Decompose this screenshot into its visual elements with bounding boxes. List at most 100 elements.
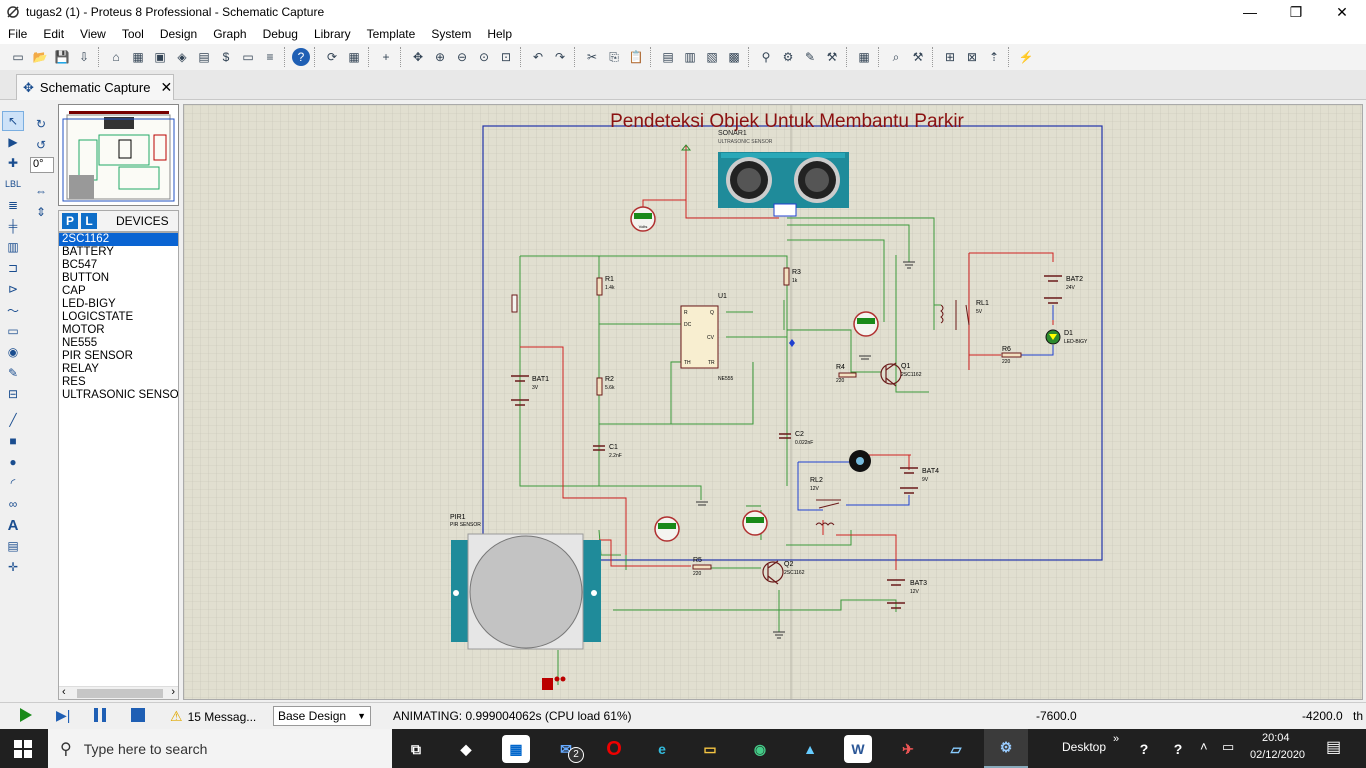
- voltmeter-4[interactable]: [742, 510, 768, 536]
- device-item[interactable]: RES: [59, 376, 178, 389]
- led-d1[interactable]: [1045, 329, 1061, 345]
- schematic-icon[interactable]: ▦: [128, 47, 148, 67]
- block-move-icon[interactable]: ▥: [680, 47, 700, 67]
- task-view-icon[interactable]: ⧉: [402, 735, 430, 763]
- messages-indicator[interactable]: ⚠ 15 Messag...: [170, 708, 256, 725]
- marker-icon[interactable]: ✛: [2, 557, 24, 577]
- device-item[interactable]: RELAY: [59, 363, 178, 376]
- refresh-icon[interactable]: ⟳: [322, 47, 342, 67]
- block-copy-icon[interactable]: ▤: [658, 47, 678, 67]
- arc-icon[interactable]: ◜: [2, 473, 24, 493]
- menu-library[interactable]: Library: [306, 27, 359, 41]
- pick-devices-button[interactable]: P: [62, 213, 78, 229]
- tab-close-icon[interactable]: ✕: [160, 79, 172, 96]
- mirror-horizontal-icon[interactable]: ⇔: [30, 181, 52, 201]
- make-device-icon[interactable]: ⚙: [778, 47, 798, 67]
- voltage-probe-icon[interactable]: ✎: [2, 363, 24, 383]
- file-explorer-icon[interactable]: ▭: [696, 735, 724, 763]
- photos-icon[interactable]: ▲: [796, 735, 824, 763]
- minimize-button[interactable]: —: [1227, 0, 1273, 24]
- close-button[interactable]: ✕: [1319, 0, 1365, 24]
- menu-edit[interactable]: Edit: [35, 27, 72, 41]
- voltmeter-3[interactable]: [654, 516, 680, 542]
- device-item[interactable]: CAP: [59, 285, 178, 298]
- dropbox-icon[interactable]: ◆: [452, 735, 480, 763]
- step-button[interactable]: ▶|: [56, 708, 70, 722]
- gerber-icon[interactable]: ▤: [194, 47, 214, 67]
- menu-file[interactable]: File: [0, 27, 35, 41]
- device-item[interactable]: NE555: [59, 337, 178, 350]
- menu-graph[interactable]: Graph: [205, 27, 254, 41]
- menu-system[interactable]: System: [423, 27, 479, 41]
- schematic-canvas[interactable]: Pendeteksi Objek Untuk Membantu Parkir S…: [184, 105, 1362, 699]
- virtual-instrument-icon[interactable]: ⊟: [2, 384, 24, 404]
- zoom-all-icon[interactable]: ⊙: [474, 47, 494, 67]
- rotate-anticlockwise-icon[interactable]: ↺: [30, 135, 52, 155]
- wireless-icon[interactable]: ✈: [894, 735, 922, 763]
- terminal-icon[interactable]: ⊐: [2, 258, 24, 278]
- maximize-button[interactable]: ❐: [1273, 0, 1319, 24]
- open-folder-icon[interactable]: 📂: [30, 47, 50, 67]
- new-file-icon[interactable]: ▭: [8, 47, 28, 67]
- device-item[interactable]: 2SC1162: [59, 233, 178, 246]
- play-button[interactable]: [20, 708, 32, 722]
- menu-design[interactable]: Design: [152, 27, 205, 41]
- help-tray-icon-2[interactable]: ?: [1164, 735, 1192, 763]
- netlist-icon[interactable]: ▭: [238, 47, 258, 67]
- pir-sensor[interactable]: [451, 533, 601, 650]
- clock-time[interactable]: 20:04: [1262, 732, 1290, 744]
- graph-icon[interactable]: 〜: [2, 300, 24, 320]
- proteus-task-icon[interactable]: ⚙: [984, 729, 1028, 768]
- selection-mode-icon[interactable]: ↖: [2, 111, 24, 131]
- zoom-in-icon[interactable]: ⊕: [430, 47, 450, 67]
- device-item[interactable]: LOGICSTATE: [59, 311, 178, 324]
- junction-dot-icon[interactable]: ✚: [2, 153, 24, 173]
- design-select[interactable]: Base Design ▼: [273, 706, 371, 726]
- pan-icon[interactable]: ✥: [408, 47, 428, 67]
- scroll-thumb[interactable]: [77, 689, 163, 698]
- component-mode-icon[interactable]: ▶: [2, 132, 24, 152]
- tape-recorder-icon[interactable]: ▭: [2, 321, 24, 341]
- notes-icon[interactable]: ≡: [260, 47, 280, 67]
- device-item[interactable]: BUTTON: [59, 272, 178, 285]
- undo-icon[interactable]: ↶: [528, 47, 548, 67]
- voltmeter-2[interactable]: [853, 311, 879, 337]
- store-icon[interactable]: ▦: [502, 735, 530, 763]
- push-button[interactable]: [511, 294, 518, 313]
- help-tray-icon[interactable]: ?: [1130, 735, 1158, 763]
- origin-icon[interactable]: +: [376, 47, 396, 67]
- bom-icon[interactable]: $: [216, 47, 236, 67]
- line-icon[interactable]: ╱: [2, 410, 24, 430]
- menu-view[interactable]: View: [72, 27, 114, 41]
- cut-icon[interactable]: ✂: [582, 47, 602, 67]
- chrome-icon[interactable]: ◉: [746, 735, 774, 763]
- property-tool-icon[interactable]: ⚒: [908, 47, 928, 67]
- import-icon[interactable]: ⇩: [74, 47, 94, 67]
- opera-icon[interactable]: O: [600, 735, 628, 763]
- help-icon[interactable]: ?: [292, 48, 310, 66]
- home-icon[interactable]: ⌂: [106, 47, 126, 67]
- paste-icon[interactable]: 📋: [626, 47, 646, 67]
- device-list-scrollbar[interactable]: ‹ ›: [59, 686, 178, 699]
- pick-device-icon[interactable]: ⚲: [756, 47, 776, 67]
- rotate-clockwise-icon[interactable]: ↻: [30, 114, 52, 134]
- circle-icon[interactable]: ●: [2, 452, 24, 472]
- show-hidden-icons[interactable]: ˄: [1200, 739, 1208, 754]
- notification-icon[interactable]: ▤: [1326, 737, 1341, 757]
- library-manager-button[interactable]: L: [81, 213, 97, 229]
- pcb-icon[interactable]: ▣: [150, 47, 170, 67]
- menu-tool[interactable]: Tool: [114, 27, 152, 41]
- redo-icon[interactable]: ↷: [550, 47, 570, 67]
- scroll-right-icon[interactable]: ›: [171, 687, 175, 699]
- mirror-vertical-icon[interactable]: ⇕: [30, 202, 52, 222]
- device-item[interactable]: BATTERY: [59, 246, 178, 259]
- block-delete-icon[interactable]: ▩: [724, 47, 744, 67]
- save-icon[interactable]: 💾: [52, 47, 72, 67]
- scroll-left-icon[interactable]: ‹: [62, 687, 66, 699]
- exit-parent-icon[interactable]: ⇡: [984, 47, 1004, 67]
- motor[interactable]: [849, 450, 871, 472]
- device-item[interactable]: ULTRASONIC SENSOR: [59, 389, 178, 402]
- decompose-icon[interactable]: ⚒: [822, 47, 842, 67]
- path-icon[interactable]: ∞: [2, 494, 24, 514]
- clock-date[interactable]: 02/12/2020: [1250, 749, 1305, 761]
